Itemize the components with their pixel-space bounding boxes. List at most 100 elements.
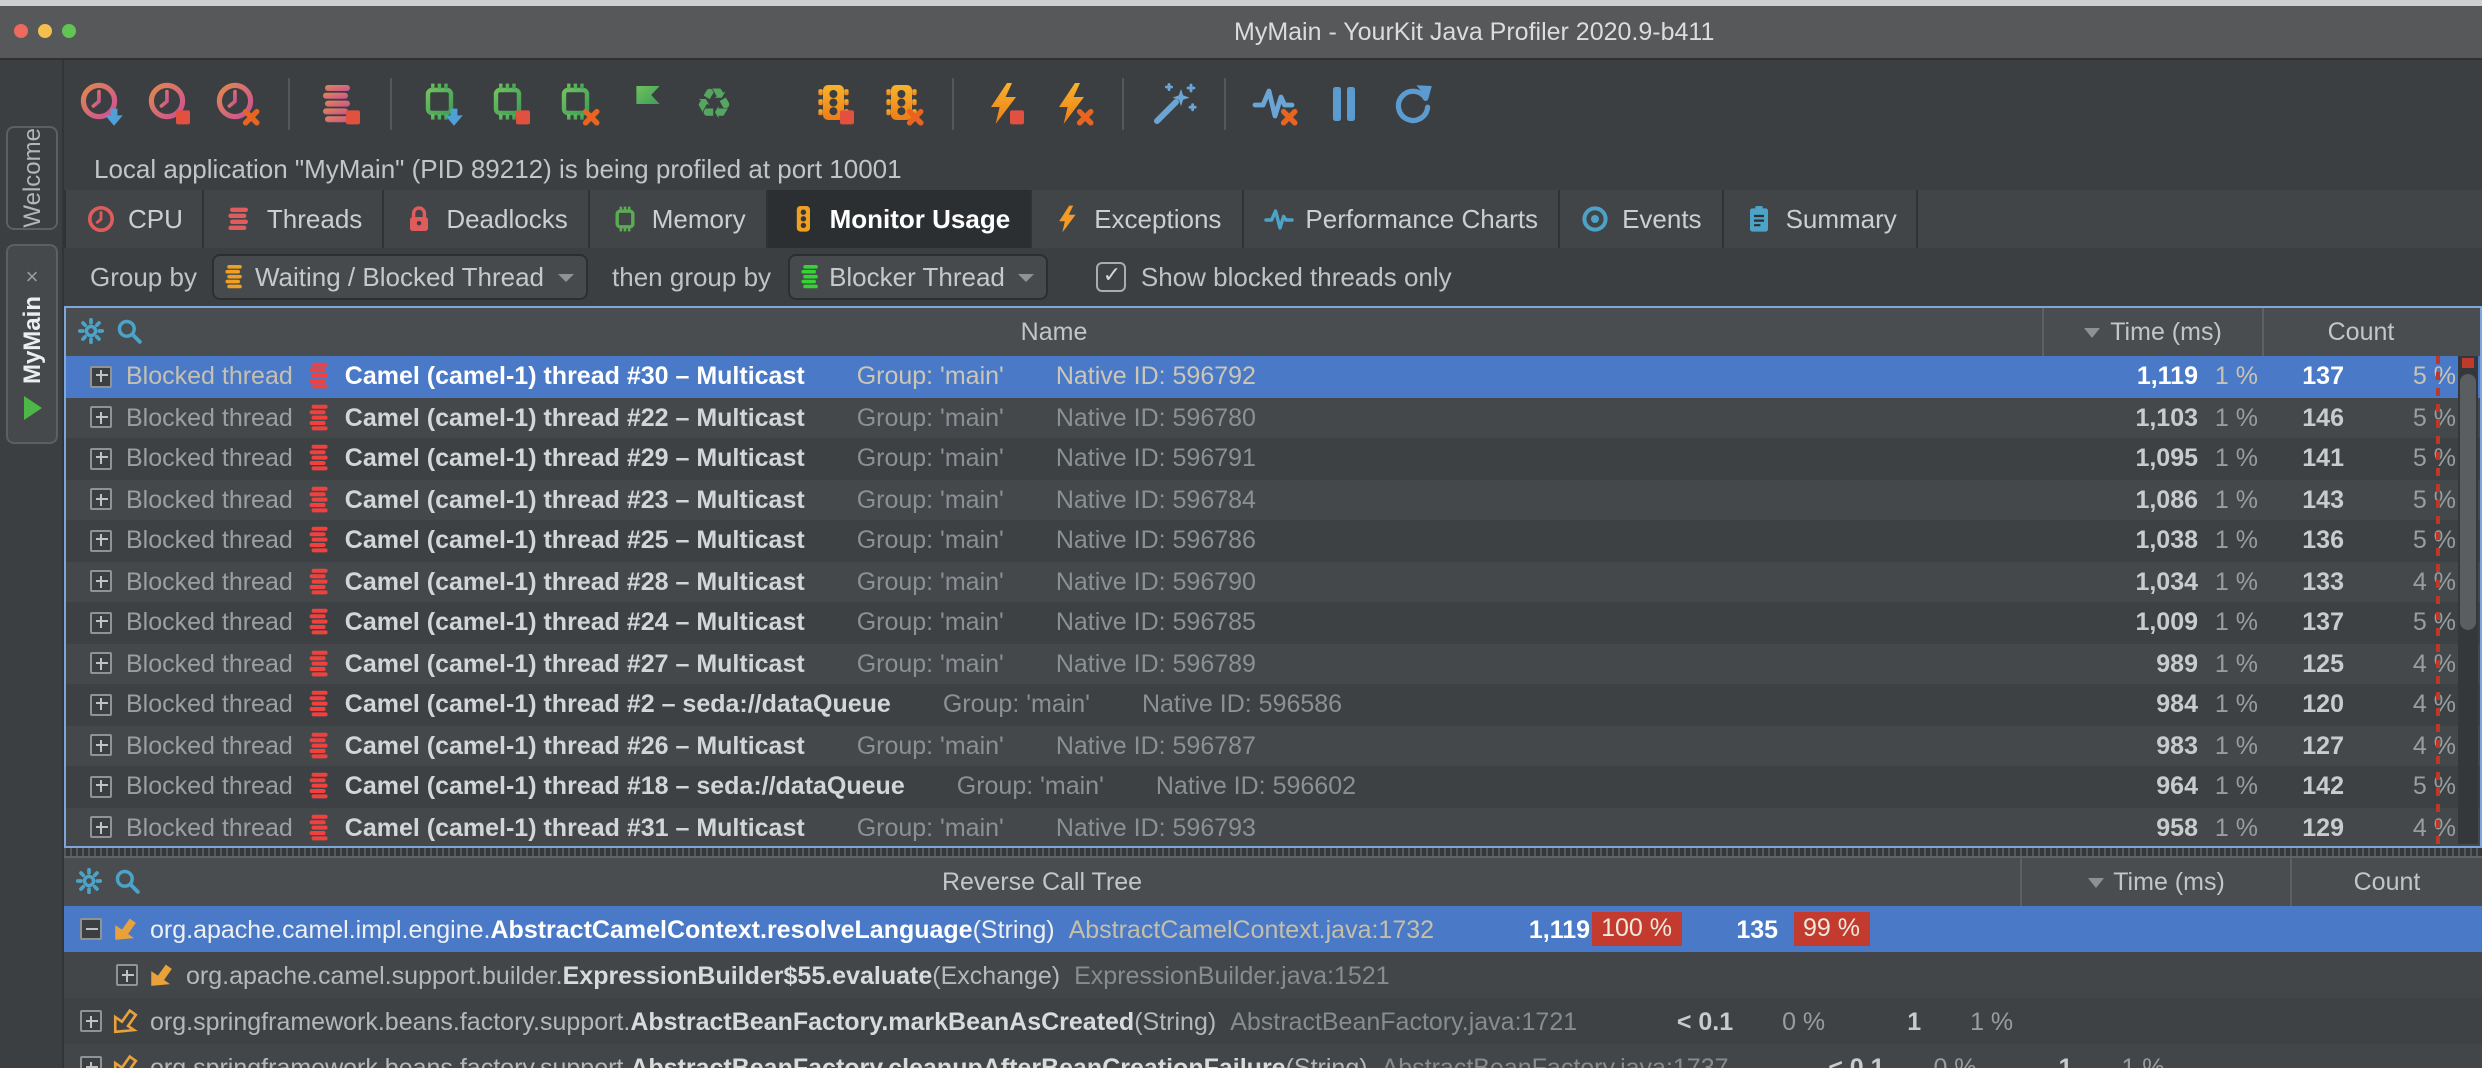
pause-icon[interactable]	[1320, 79, 1368, 127]
toolbar-separator	[288, 77, 290, 129]
time-value: 964	[2052, 773, 2198, 801]
cpu-stop-icon[interactable]	[146, 79, 194, 127]
monitors-stop-icon[interactable]	[810, 79, 858, 127]
vertical-scrollbar[interactable]	[2458, 356, 2478, 844]
toolbar: ♻	[64, 60, 2482, 146]
thread-row[interactable]: Blocked threadCamel (camel-1) thread #23…	[66, 479, 2480, 520]
expand-icon[interactable]	[90, 448, 112, 470]
column-header-time[interactable]: Time (ms)	[2042, 308, 2262, 356]
status-text: Local application "MyMain" (PID 89212) i…	[64, 148, 2482, 188]
show-blocked-checkbox[interactable]	[1097, 262, 1127, 292]
expand-icon[interactable]	[80, 1010, 102, 1032]
chevron-down-icon	[1019, 273, 1035, 281]
call-tree-row[interactable]: org.apache.camel.impl.engine.AbstractCam…	[64, 906, 2482, 952]
expand-icon[interactable]	[90, 530, 112, 552]
flag-icon[interactable]	[622, 79, 670, 127]
thread-state-label: Blocked thread	[126, 814, 293, 842]
time-value: 1,009	[2052, 609, 2198, 637]
time-percent: 1 %	[2198, 445, 2258, 473]
expand-icon[interactable]	[90, 694, 112, 716]
thread-row[interactable]: Blocked thread Camel (camel-1) thread #31…	[66, 807, 2480, 846]
expand-icon[interactable]	[90, 612, 112, 634]
tab-threads[interactable]: Threads	[205, 190, 384, 248]
expand-icon[interactable]	[90, 653, 112, 675]
minimize-window-button[interactable]	[38, 24, 52, 38]
thread-row[interactable]: Blocked threadCamel (camel-1) thread #29…	[66, 438, 2480, 479]
memory-stop-icon[interactable]	[486, 79, 534, 127]
exceptions-stop-icon[interactable]	[980, 79, 1028, 127]
expand-icon[interactable]	[80, 918, 102, 940]
tab-cpu[interactable]: CPU	[64, 190, 205, 248]
thread-row[interactable]: Blocked threadCamel (camel-1) thread #2 …	[66, 684, 2480, 725]
monitors-clear-icon[interactable]	[878, 79, 926, 127]
column-header-count[interactable]: Count	[2290, 858, 2482, 906]
panel-splitter[interactable]	[64, 848, 2482, 856]
expand-icon[interactable]	[90, 776, 112, 798]
session-tab-label: MyMain	[18, 296, 46, 384]
thread-name: Camel (camel-1) thread #25 – Multicast	[345, 527, 805, 555]
column-header-name[interactable]: Name	[66, 308, 2042, 356]
search-icon[interactable]	[114, 868, 140, 894]
expand-icon[interactable]	[116, 964, 138, 986]
thread-name: Camel (camel-1) thread #2 – seda://dataQ…	[345, 691, 891, 719]
expand-icon[interactable]	[90, 817, 112, 839]
expand-icon[interactable]	[80, 1056, 102, 1068]
column-header-time[interactable]: Time (ms)	[2020, 858, 2290, 906]
telemetry-clear-icon[interactable]	[1252, 79, 1300, 127]
thread-row[interactable]: Blocked threadCamel (camel-1) thread #26…	[66, 725, 2480, 766]
call-tree-row[interactable]: org.springframework.beans.factory.suppor…	[64, 998, 2482, 1044]
count-value: 127	[2258, 732, 2344, 760]
memory-start-icon[interactable]	[418, 79, 466, 127]
close-session-icon[interactable]: ×	[26, 268, 39, 288]
cpu-start-icon[interactable]	[78, 79, 126, 127]
stacks-stop-icon[interactable]	[316, 79, 364, 127]
group-by-dropdown[interactable]: Waiting / Blocked Thread	[213, 254, 588, 300]
expand-icon[interactable]	[90, 571, 112, 593]
call-tree-row[interactable]: org.apache.camel.support.builder.Express…	[64, 952, 2482, 998]
tab-exceptions[interactable]: Exceptions	[1032, 190, 1243, 248]
expand-icon[interactable]	[90, 489, 112, 511]
expand-icon[interactable]	[90, 407, 112, 429]
table-settings-icon[interactable]	[78, 318, 104, 344]
tab-performance-charts[interactable]: Performance Charts	[1243, 190, 1560, 248]
search-icon[interactable]	[116, 318, 142, 344]
thread-row[interactable]: Blocked threadCamel (camel-1) thread #22…	[66, 397, 2480, 438]
sidebar-tab-welcome[interactable]: Welcome	[6, 126, 58, 230]
toolbar-group	[306, 79, 374, 127]
gc-icon[interactable]: ♻	[690, 79, 738, 127]
exceptions-clear-icon[interactable]	[1048, 79, 1096, 127]
refresh-icon[interactable]	[1388, 79, 1436, 127]
expand-icon[interactable]	[90, 735, 112, 757]
then-group-by-dropdown[interactable]: Blocker Thread	[787, 254, 1049, 300]
memory-clear-icon[interactable]	[554, 79, 602, 127]
table-settings-icon[interactable]	[76, 868, 102, 894]
zoom-window-button[interactable]	[62, 24, 76, 38]
sort-descending-icon	[2087, 877, 2103, 887]
cpu-clear-icon[interactable]	[214, 79, 262, 127]
time-percent: 1 %	[2198, 568, 2258, 596]
scrollbar-thumb[interactable]	[2460, 374, 2476, 630]
sidebar-tab-mymain[interactable]: × MyMain	[6, 244, 58, 444]
thread-name: Camel (camel-1) thread #31 – Multicast	[345, 814, 805, 842]
time-percent: 1 %	[2198, 814, 2258, 842]
column-header-call-tree[interactable]: Reverse Call Tree	[64, 858, 2020, 906]
expand-icon[interactable]	[90, 366, 112, 388]
tab-events[interactable]: Events	[1560, 190, 1724, 248]
call-tree-panel: Reverse Call Tree Time (ms) Count org.ap…	[64, 856, 2482, 1068]
tab-summary[interactable]: Summary	[1724, 190, 1919, 248]
tab-monitor-usage[interactable]: Monitor Usage	[768, 190, 1033, 248]
tab-memory[interactable]: Memory	[590, 190, 768, 248]
tab-deadlocks[interactable]: Deadlocks	[384, 190, 589, 248]
thread-icon	[309, 527, 331, 555]
thread-row[interactable]: Blocked threadCamel (camel-1) thread #25…	[66, 520, 2480, 561]
thread-row[interactable]: Blocked threadCamel (camel-1) thread #30…	[66, 356, 2480, 397]
call-tree-row[interactable]: org.springframework.beans.factory.suppor…	[64, 1044, 2482, 1068]
close-window-button[interactable]	[14, 24, 28, 38]
column-header-count[interactable]: Count	[2262, 308, 2458, 356]
thread-row[interactable]: Blocked threadCamel (camel-1) thread #18…	[66, 766, 2480, 807]
thread-row[interactable]: Blocked threadCamel (camel-1) thread #27…	[66, 643, 2480, 684]
thread-row[interactable]: Blocked threadCamel (camel-1) thread #28…	[66, 561, 2480, 602]
count-value: 1	[1825, 1007, 1921, 1035]
inspections-icon[interactable]	[1150, 79, 1198, 127]
thread-row[interactable]: Blocked threadCamel (camel-1) thread #24…	[66, 602, 2480, 643]
